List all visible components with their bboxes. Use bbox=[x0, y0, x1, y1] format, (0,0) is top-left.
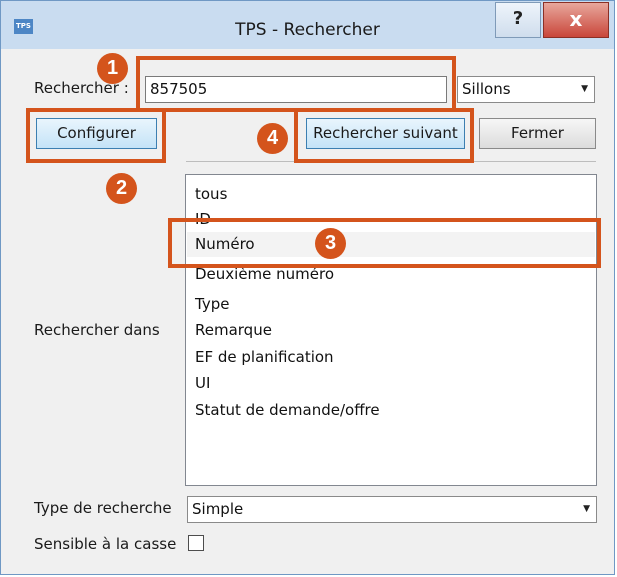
case-sensitive-checkbox[interactable] bbox=[188, 535, 204, 551]
help-button[interactable]: ? bbox=[495, 2, 541, 38]
list-item[interactable]: Type bbox=[195, 295, 229, 313]
chevron-down-icon: ▼ bbox=[583, 504, 590, 514]
callout-badge-2: 2 bbox=[106, 173, 137, 204]
search-type-label: Type de recherche bbox=[34, 499, 172, 517]
callout-frame-find-next bbox=[294, 108, 474, 163]
callout-badge-4: 4 bbox=[257, 123, 288, 154]
close-button[interactable]: Fermer bbox=[479, 118, 596, 149]
chevron-down-icon: ▼ bbox=[581, 84, 588, 94]
callout-badge-3: 3 bbox=[315, 228, 346, 259]
callout-frame-search bbox=[136, 56, 456, 112]
list-item[interactable]: Remarque bbox=[195, 321, 272, 339]
title-bar: TPS TPS - Rechercher ? x bbox=[1, 1, 614, 49]
callout-frame-configure bbox=[26, 108, 166, 163]
callout-badge-1: 1 bbox=[97, 53, 128, 84]
list-item[interactable]: tous bbox=[195, 185, 227, 203]
list-item[interactable]: Statut de demande/offre bbox=[195, 401, 380, 419]
callout-frame-list-item bbox=[168, 218, 601, 268]
search-in-label: Rechercher dans bbox=[34, 321, 160, 339]
scope-select[interactable]: Sillons ▼ bbox=[457, 76, 595, 103]
list-item[interactable]: UI bbox=[195, 374, 210, 392]
close-window-button[interactable]: x bbox=[543, 2, 609, 38]
case-sensitive-label: Sensible à la casse bbox=[34, 535, 177, 553]
scope-select-value: Sillons bbox=[462, 80, 511, 98]
search-type-select[interactable]: Simple ▼ bbox=[187, 496, 597, 523]
list-item[interactable]: EF de planification bbox=[195, 348, 334, 366]
search-type-value: Simple bbox=[192, 500, 244, 518]
